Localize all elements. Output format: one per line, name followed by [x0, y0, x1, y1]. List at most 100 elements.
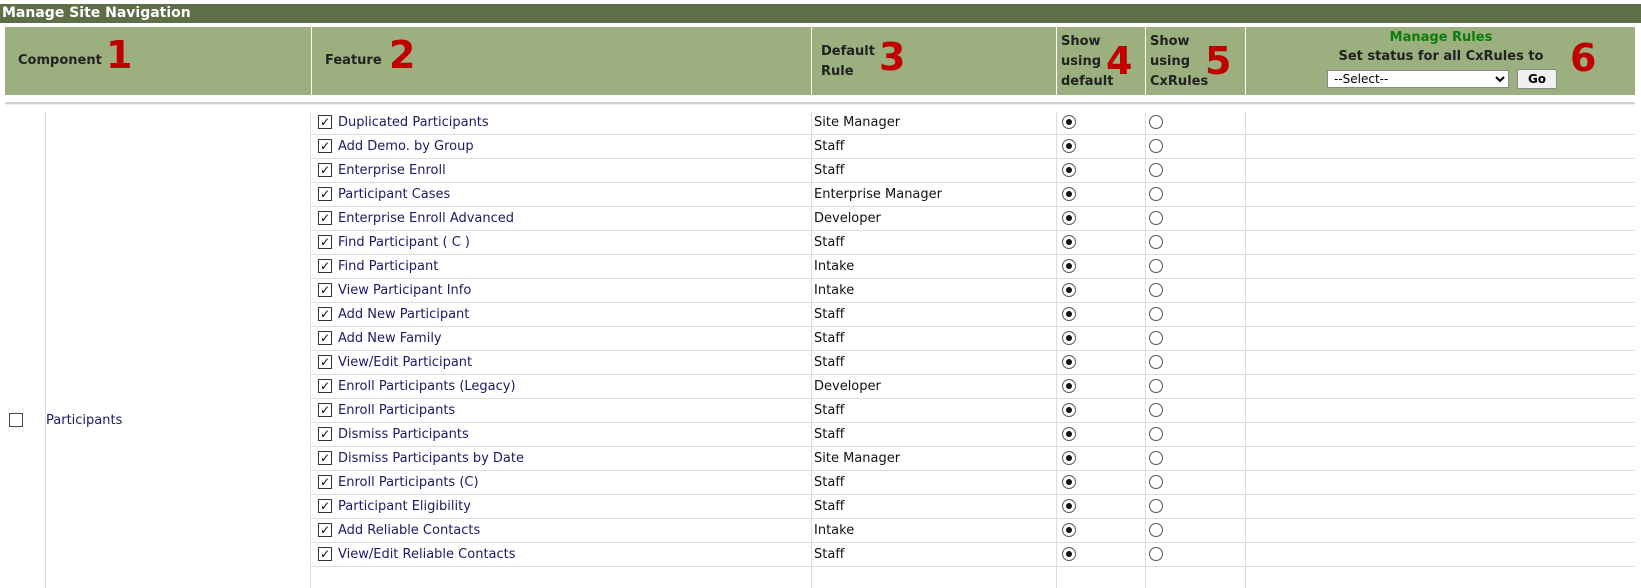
show-cxrules-radio[interactable] — [1149, 163, 1163, 177]
feature-label[interactable]: Add Demo. by Group — [338, 139, 474, 154]
feature-checkbox[interactable]: ✓ — [318, 259, 332, 273]
feature-label[interactable]: Add New Participant — [338, 307, 469, 322]
feature-checkbox[interactable]: ✓ — [318, 547, 332, 561]
feature-label[interactable]: Find Participant — [338, 259, 438, 274]
table-row: ✓ Participant Eligibility Staff — [311, 495, 1635, 519]
table-row: ✓ Enroll Participants Staff — [311, 399, 1635, 423]
show-default-radio[interactable] — [1062, 139, 1076, 153]
show-default-radio[interactable] — [1062, 283, 1076, 297]
feature-checkbox[interactable]: ✓ — [318, 379, 332, 393]
marker-6: 6 — [1570, 36, 1597, 80]
show-cxrules-radio[interactable] — [1149, 139, 1163, 153]
show-default-radio[interactable] — [1062, 163, 1076, 177]
page-title: Manage Site Navigation — [0, 4, 1641, 23]
feature-checkbox[interactable]: ✓ — [318, 427, 332, 441]
feature-checkbox[interactable]: ✓ — [318, 211, 332, 225]
feature-label[interactable]: Participant Eligibility — [338, 499, 471, 514]
show-cxrules-radio[interactable] — [1149, 115, 1163, 129]
show-default-radio[interactable] — [1062, 115, 1076, 129]
show-default-radio[interactable] — [1062, 211, 1076, 225]
show-default-radio[interactable] — [1062, 235, 1076, 249]
table-row: ✓ Enterprise Enroll Advanced Developer — [311, 207, 1635, 231]
table-row: ✓ View/Edit Participant Staff — [311, 351, 1635, 375]
feature-checkbox[interactable]: ✓ — [318, 115, 332, 129]
show-default-radio[interactable] — [1062, 355, 1076, 369]
feature-label[interactable]: Duplicated Participants — [338, 115, 489, 130]
feature-checkbox[interactable]: ✓ — [318, 235, 332, 249]
show-default-radio[interactable] — [1062, 547, 1076, 561]
show-cxrules-radio[interactable] — [1149, 235, 1163, 249]
feature-label[interactable]: Dismiss Participants — [338, 427, 469, 442]
feature-label[interactable]: Enroll Participants — [338, 403, 455, 418]
feature-label[interactable]: View/Edit Reliable Contacts — [338, 547, 516, 562]
feature-label[interactable]: Add New Family — [338, 331, 442, 346]
navigation-table: Participants ✓ Duplicated Participants Sit… — [5, 112, 1635, 588]
show-cxrules-radio[interactable] — [1149, 211, 1163, 225]
show-default-radio[interactable] — [1062, 259, 1076, 273]
show-cxrules-radio[interactable] — [1149, 475, 1163, 489]
feature-checkbox[interactable]: ✓ — [318, 475, 332, 489]
component-checkbox[interactable] — [9, 413, 23, 427]
show-default-radio[interactable] — [1062, 403, 1076, 417]
table-row: ✓ Add Demo. by Group Staff — [311, 135, 1635, 159]
show-cxrules-radio[interactable] — [1149, 283, 1163, 297]
default-rule-value: Staff — [814, 499, 845, 514]
feature-label[interactable]: Enroll Participants (Legacy) — [338, 379, 516, 394]
header-feature-label: Feature — [325, 53, 382, 68]
feature-checkbox[interactable]: ✓ — [318, 331, 332, 345]
default-rule-value: Staff — [814, 331, 845, 346]
show-cxrules-radio[interactable] — [1149, 259, 1163, 273]
show-default-radio[interactable] — [1062, 475, 1076, 489]
feature-label[interactable]: Dismiss Participants by Date — [338, 451, 524, 466]
show-cxrules-radio[interactable] — [1149, 187, 1163, 201]
show-cxrules-radio[interactable] — [1149, 427, 1163, 441]
feature-checkbox[interactable]: ✓ — [318, 451, 332, 465]
show-default-radio[interactable] — [1062, 307, 1076, 321]
show-cxrules-radio[interactable] — [1149, 307, 1163, 321]
feature-label[interactable]: Add Reliable Contacts — [338, 523, 480, 538]
feature-label[interactable]: Participant Cases — [338, 187, 450, 202]
show-cxrules-radio[interactable] — [1149, 523, 1163, 537]
component-label[interactable]: Participants — [46, 413, 122, 428]
feature-checkbox[interactable]: ✓ — [318, 187, 332, 201]
show-default-radio[interactable] — [1062, 499, 1076, 513]
show-cxrules-radio[interactable] — [1149, 331, 1163, 345]
show-default-radio[interactable] — [1062, 331, 1076, 345]
show-cxrules-radio[interactable] — [1149, 403, 1163, 417]
header-default-rule: Default Rule 3 — [811, 27, 1056, 95]
show-default-radio[interactable] — [1062, 187, 1076, 201]
show-default-radio[interactable] — [1062, 427, 1076, 441]
show-cxrules-radio[interactable] — [1149, 547, 1163, 561]
feature-checkbox[interactable]: ✓ — [318, 283, 332, 297]
feature-label[interactable]: Enterprise Enroll Advanced — [338, 211, 514, 226]
feature-label[interactable]: Find Participant ( C ) — [338, 235, 470, 250]
feature-checkbox[interactable]: ✓ — [318, 307, 332, 321]
show-cxrules-radio[interactable] — [1149, 379, 1163, 393]
go-button[interactable]: Go — [1517, 69, 1557, 89]
show-default-radio[interactable] — [1062, 523, 1076, 537]
feature-label[interactable]: Enroll Participants (C) — [338, 475, 479, 490]
show-cxrules-radio[interactable] — [1149, 451, 1163, 465]
header-component-label: Component — [18, 53, 102, 68]
show-cxrules-radio[interactable] — [1149, 499, 1163, 513]
feature-label[interactable]: View Participant Info — [338, 283, 471, 298]
feature-label[interactable]: View/Edit Participant — [338, 355, 472, 370]
feature-checkbox[interactable]: ✓ — [318, 355, 332, 369]
feature-checkbox[interactable]: ✓ — [318, 523, 332, 537]
table-row: ✓ Dismiss Participants Staff — [311, 423, 1635, 447]
header-feature: Feature 2 — [311, 27, 811, 95]
feature-checkbox[interactable]: ✓ — [318, 499, 332, 513]
feature-checkbox[interactable]: ✓ — [318, 163, 332, 177]
feature-label[interactable]: Enterprise Enroll — [338, 163, 446, 178]
show-cxrules-radio[interactable] — [1149, 355, 1163, 369]
default-rule-value: Staff — [814, 235, 845, 250]
header-component: Component 1 — [5, 27, 311, 95]
show-default-radio[interactable] — [1062, 379, 1076, 393]
header-show-default-line1: Show — [1061, 34, 1101, 49]
default-rule-value: Enterprise Manager — [814, 187, 942, 202]
feature-checkbox[interactable]: ✓ — [318, 139, 332, 153]
table-row: ✓ Add New Participant Staff — [311, 303, 1635, 327]
feature-checkbox[interactable]: ✓ — [318, 403, 332, 417]
status-select[interactable]: --Select-- — [1327, 70, 1509, 88]
show-default-radio[interactable] — [1062, 451, 1076, 465]
